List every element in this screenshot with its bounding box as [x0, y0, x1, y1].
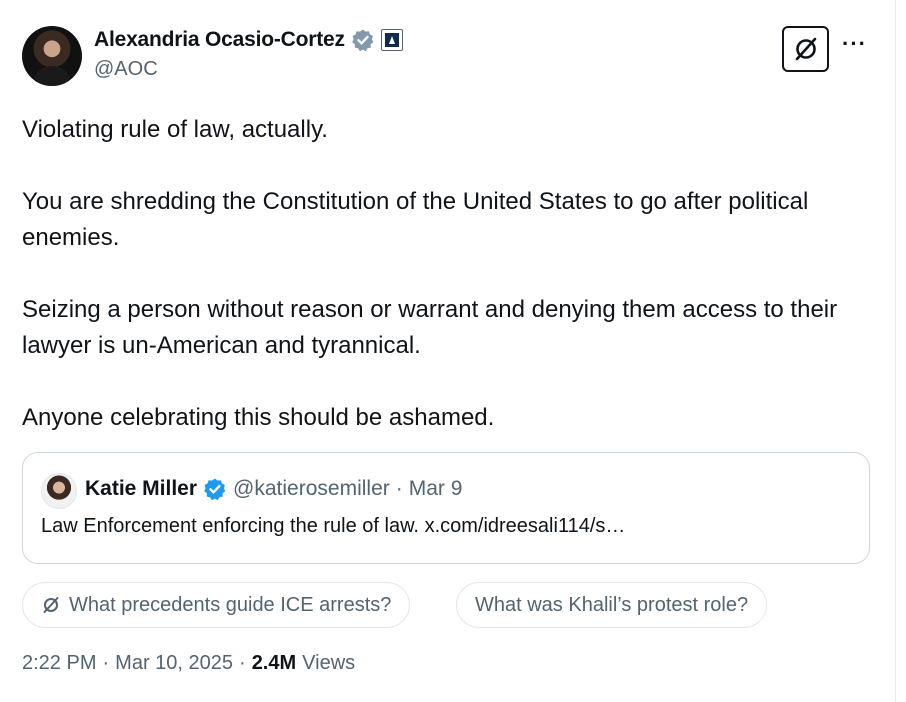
government-badge-icon[interactable] [380, 29, 403, 51]
more-options-button[interactable]: ··· [842, 33, 867, 55]
tweet-paragraph: Seizing a person without reason or warra… [22, 296, 838, 359]
views-count[interactable]: 2.4M [252, 652, 296, 675]
author-display-name[interactable]: Alexandria Ocasio-Cortez [94, 28, 345, 52]
quoted-author-name: Katie Miller [85, 477, 198, 500]
verified-badge-icon[interactable] [351, 28, 375, 52]
verified-badge-icon [203, 477, 227, 501]
tweet-paragraph: Violating rule of law, actually. [22, 116, 328, 143]
tweet-time[interactable]: 2:22 PM [22, 652, 96, 675]
quoted-author-handle: @katierosemiller [233, 477, 390, 500]
separator-dot: · [102, 652, 110, 674]
quoted-tweet-date: Mar 9 [408, 477, 463, 500]
views-label: Views [302, 652, 356, 674]
grok-suggestion-chip[interactable]: What was Khalil’s protest role? [456, 582, 768, 628]
quoted-tweet-link[interactable]: x.com/idreesali114/s… [425, 515, 626, 537]
separator-dot: · [395, 477, 403, 500]
grok-icon [795, 37, 816, 61]
tweet-paragraph: Anyone celebrating this should be ashame… [22, 404, 495, 431]
grok-suggestion-chip[interactable]: What precedents guide ICE arrests? [22, 582, 411, 628]
suggestion-label: What was Khalil’s protest role? [475, 593, 749, 616]
quoted-tweet-body: Law Enforcement enforcing the rule of la… [41, 515, 419, 537]
author-avatar[interactable] [22, 26, 82, 86]
column-divider [895, 0, 896, 702]
tweet-meta: 2:22 PM · Mar 10, 2025 · 2.4M Views [22, 652, 355, 675]
quoted-author-avatar [41, 473, 77, 509]
quoted-tweet-header: Katie Miller @katierosemiller · Mar 9 [85, 477, 462, 501]
tweet-text: Violating rule of law, actually. You are… [22, 112, 882, 436]
quoted-tweet-text: Law Enforcement enforcing the rule of la… [41, 515, 625, 538]
author-name-row: Alexandria Ocasio-Cortez [94, 28, 403, 52]
suggestion-label: What precedents guide ICE arrests? [69, 593, 392, 616]
quoted-tweet-card[interactable]: Katie Miller @katierosemiller · Mar 9 La… [22, 452, 870, 564]
tweet-date[interactable]: Mar 10, 2025 [115, 652, 233, 675]
grok-button[interactable] [782, 26, 829, 72]
author-handle[interactable]: @AOC [94, 58, 158, 81]
tweet-paragraph: You are shredding the Constitution of th… [22, 188, 809, 251]
separator-dot: · [239, 652, 246, 674]
grok-icon [41, 595, 61, 615]
